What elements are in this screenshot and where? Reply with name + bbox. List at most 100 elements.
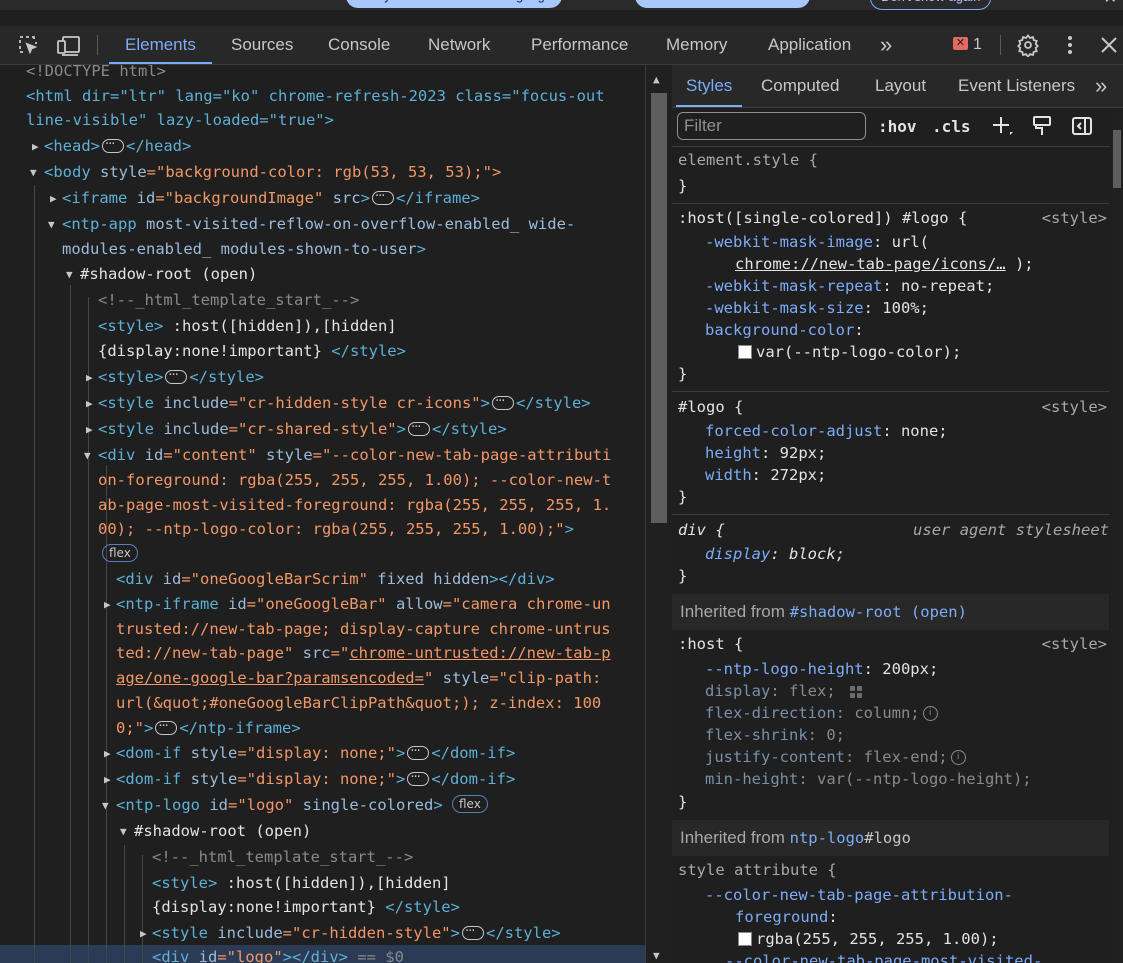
tab-elements[interactable]: Elements xyxy=(109,26,212,64)
device-toolbar-icon[interactable] xyxy=(56,33,80,57)
style-node-5[interactable]: <style> :host([hidden]),[hidden] xyxy=(152,871,451,895)
dom-if-node[interactable]: <dom-if style="display: none;"></dom-if> xyxy=(116,740,515,765)
comment-node-2[interactable]: <!--_html_template_start_--> xyxy=(152,845,413,869)
ntp-iframe-node-cont[interactable]: age/one-google-bar?paramsencoded=" style… xyxy=(116,666,601,690)
css-property-cont[interactable]: rgba(255, 255, 255, 1.00); xyxy=(738,928,999,950)
dom-scrollbar[interactable]: ▲ ▼ xyxy=(645,65,674,963)
flex-badge[interactable]: flex xyxy=(102,542,138,566)
ntp-iframe-node-cont[interactable]: trusted://new-tab-page; display-capture … xyxy=(116,617,611,641)
cls-button[interactable]: .cls xyxy=(932,117,971,136)
collapse-arrow-icon[interactable]: ▼ xyxy=(66,268,73,281)
filter-input[interactable] xyxy=(677,112,866,140)
css-property[interactable]: --color-new-tab-page-most-visited- xyxy=(725,950,1042,963)
expand-arrow-icon[interactable]: ▶ xyxy=(104,747,111,760)
rule-source-link[interactable]: <style> xyxy=(1042,633,1107,655)
shadow-root-node[interactable]: #shadow-root (open) xyxy=(80,262,257,286)
css-property[interactable]: display: block; xyxy=(705,543,845,565)
tab-layout[interactable]: Layout xyxy=(875,65,926,107)
style-node-cont[interactable]: {display:none!important} </style> xyxy=(98,339,406,363)
collapse-arrow-icon[interactable]: ▼ xyxy=(102,799,109,812)
breadcrumb-ellipsis[interactable]: ... xyxy=(4,949,26,963)
css-property[interactable]: height: 92px; xyxy=(705,442,826,464)
new-style-rule-icon[interactable] xyxy=(990,114,1014,142)
css-property[interactable]: min-height: var(--ntp-logo-height); xyxy=(705,768,1032,790)
inherited-node-link[interactable]: ntp-logo xyxy=(790,829,865,847)
infobar-close-icon[interactable]: ✕ xyxy=(1104,0,1117,8)
iframe-node[interactable]: <iframe id="backgroundImage" src></ifram… xyxy=(62,185,480,210)
dom-if-node-2[interactable]: <dom-if style="display: none;"></dom-if> xyxy=(116,766,515,791)
tab-computed[interactable]: Computed xyxy=(761,65,839,107)
div-content-node[interactable]: <div id="content" style="--color-new-tab… xyxy=(98,443,611,467)
style-node[interactable]: <style> :host([hidden]),[hidden] xyxy=(98,314,397,338)
expand-arrow-icon[interactable]: ▶ xyxy=(32,140,39,153)
ntp-app-node-cont[interactable]: modules-enabled_ modules-shown-to-user> xyxy=(62,237,426,261)
scrollbar-thumb[interactable] xyxy=(651,93,667,523)
expand-arrow-icon[interactable]: ▶ xyxy=(104,773,111,786)
expand-arrow-icon[interactable]: ▶ xyxy=(140,927,147,940)
more-options-icon[interactable] xyxy=(1058,33,1082,57)
tab-memory[interactable]: Memory xyxy=(666,26,727,64)
css-property-cont[interactable]: chrome://new-tab-page/icons/… ); xyxy=(735,253,1034,275)
css-property[interactable]: justify-content: flex-end; i xyxy=(705,746,966,768)
ntp-iframe-node-cont[interactable]: url(&quot;#oneGoogleBarClipPath&quot;); … xyxy=(116,691,601,715)
rule-selector[interactable]: :host { xyxy=(678,633,743,655)
tab-event-listeners[interactable]: Event Listeners xyxy=(958,65,1075,107)
rule-selector[interactable]: :host([single-colored]) #logo { xyxy=(678,207,967,229)
div-content-node-cont[interactable]: ab-page-most-visited-foreground: rgba(25… xyxy=(98,493,611,517)
styles-scrollbar[interactable] xyxy=(1110,108,1123,963)
collapse-arrow-icon[interactable]: ▼ xyxy=(120,825,127,838)
html-node-cont[interactable]: line-visible" lazy-loaded="true"> xyxy=(26,108,334,132)
paint-format-icon[interactable] xyxy=(1030,114,1054,142)
error-count[interactable]: 1 xyxy=(973,26,982,64)
expand-arrow-icon[interactable]: ▶ xyxy=(50,192,57,205)
doctype[interactable]: <!DOCTYPE html> xyxy=(26,65,166,83)
style-node-5-cont[interactable]: {display:none!important} </style> xyxy=(152,895,460,919)
css-property[interactable]: flex-direction: column; i xyxy=(705,702,938,724)
style-attribute-selector[interactable]: style attribute { xyxy=(678,859,837,881)
css-property[interactable]: -webkit-mask-size: 100%; xyxy=(705,297,929,319)
scroll-down-icon[interactable]: ▼ xyxy=(653,949,660,962)
tab-network[interactable]: Network xyxy=(428,26,490,64)
style-node-6[interactable]: <style include="cr-hidden-style"></style… xyxy=(152,920,561,945)
dont-show-again-button[interactable]: Don't show again xyxy=(870,0,992,10)
css-property[interactable]: display: flex; xyxy=(705,680,869,702)
css-property[interactable]: --ntp-logo-height: 200px; xyxy=(705,658,938,680)
css-property-cont[interactable]: foreground: xyxy=(735,906,838,928)
body-node[interactable]: <body style="background-color: rgb(53, 5… xyxy=(44,160,501,184)
div-content-node-cont[interactable]: on-foreground: rgba(255, 255, 255, 1.00)… xyxy=(98,468,611,492)
tab-application[interactable]: Application xyxy=(768,26,851,64)
always-match-language-button[interactable]: Always match Chrome's language xyxy=(346,0,563,8)
expand-arrow-icon[interactable]: ▶ xyxy=(86,397,93,410)
inherited-node-link[interactable]: #shadow-root (open) xyxy=(790,603,967,621)
html-node[interactable]: <html dir="ltr" lang="ko" chrome-refresh… xyxy=(26,84,605,108)
scrim-node[interactable]: <div id="oneGoogleBarScrim" fixed hidden… xyxy=(116,567,555,591)
ntp-app-node[interactable]: <ntp-app most-visited-reflow-on-overflow… xyxy=(62,212,575,236)
css-property[interactable]: background-color: xyxy=(705,319,864,341)
css-property-cont[interactable]: var(--ntp-logo-color); xyxy=(738,341,961,363)
expand-arrow-icon[interactable]: ▶ xyxy=(104,598,111,611)
selected-div-logo-node[interactable]: <div id="logo"></div> == $0 xyxy=(152,945,404,963)
dom-tree[interactable]: <!DOCTYPE html> <html dir="ltr" lang="ko… xyxy=(0,65,645,963)
shadow-root-node-2[interactable]: #shadow-root (open) xyxy=(134,819,311,843)
style-node-2[interactable]: <style></style> xyxy=(98,364,264,389)
more-tabs-icon[interactable]: » xyxy=(1095,65,1107,107)
element-style-selector[interactable]: element.style { xyxy=(678,149,818,171)
expand-arrow-icon[interactable]: ▶ xyxy=(86,371,93,384)
close-devtools-icon[interactable] xyxy=(1097,33,1121,57)
css-property[interactable]: -webkit-mask-image: url( xyxy=(705,231,929,253)
switch-language-button[interactable]: Switch DevTools to Korean xyxy=(635,0,811,8)
tab-sources[interactable]: Sources xyxy=(231,26,293,64)
rule-selector[interactable]: div { xyxy=(678,519,725,541)
css-property[interactable]: flex-shrink: 0; xyxy=(705,724,845,746)
style-node-4[interactable]: <style include="cr-shared-style"></style… xyxy=(98,416,507,441)
css-property[interactable]: forced-color-adjust: none; xyxy=(705,420,948,442)
css-property[interactable]: -webkit-mask-repeat: no-repeat; xyxy=(705,275,994,297)
css-property[interactable]: --color-new-tab-page-attribution- xyxy=(705,884,1013,906)
ntp-logo-node[interactable]: <ntp-logo id="logo" single-colored> flex xyxy=(116,793,488,817)
head-node[interactable]: <head></head> xyxy=(44,133,191,158)
tab-performance[interactable]: Performance xyxy=(531,26,628,64)
collapse-arrow-icon[interactable]: ▼ xyxy=(48,218,55,231)
expand-arrow-icon[interactable]: ▶ xyxy=(86,423,93,436)
settings-gear-icon[interactable] xyxy=(1016,33,1040,58)
collapse-arrow-icon[interactable]: ▼ xyxy=(30,166,37,179)
